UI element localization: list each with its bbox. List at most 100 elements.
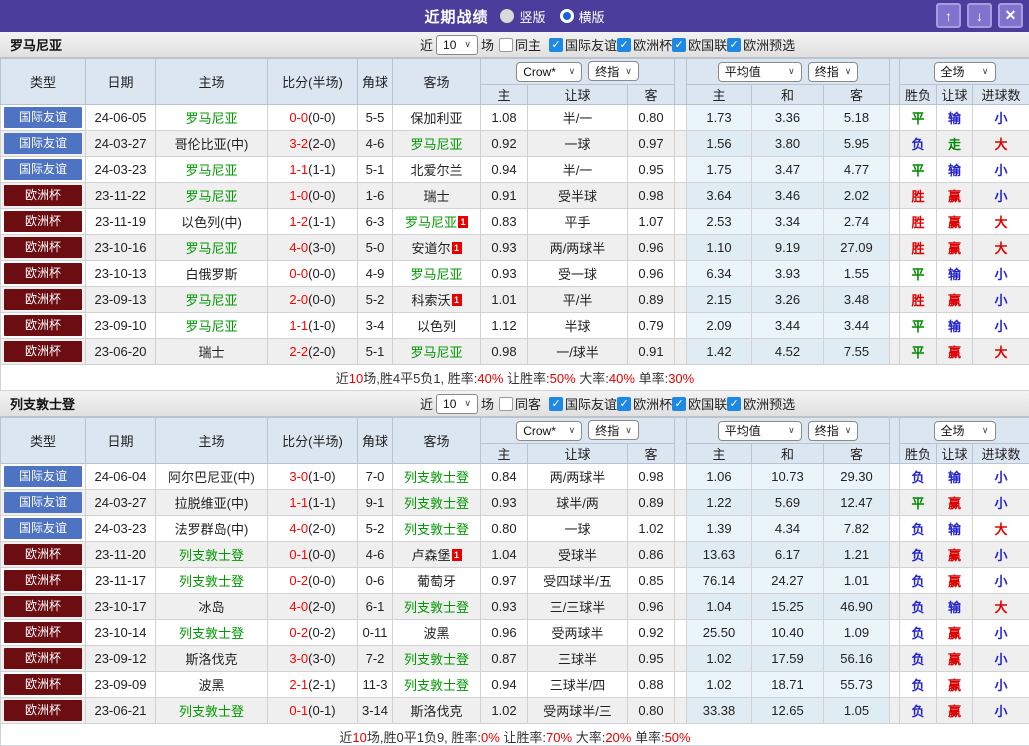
away-team: 科索沃 1 — [392, 286, 481, 313]
section-filters: 近 10 ∨ 场同客 ✓ 国际友谊 ✓ 欧洲杯 ✓ 欧国联 ✓ 欧洲预选 — [420, 391, 795, 416]
home-team-name: 列支敦士登 — [178, 704, 244, 719]
scroll-down-button[interactable]: ↓ — [967, 3, 992, 28]
halftime-score: (1-1) — [308, 214, 336, 229]
avg-final-select[interactable]: 终指 ∨ — [807, 61, 859, 82]
home-team-name: 法罗群岛(中) — [174, 522, 249, 537]
same-venue-checkbox[interactable]: 同主 — [499, 35, 541, 54]
odds-company-select[interactable]: Crow* ∨ — [516, 61, 583, 82]
score-cell: 0-2(0-2) — [267, 619, 358, 646]
summary-segment: 40% — [477, 371, 504, 386]
same-venue-checkbox-label: 同主 — [515, 38, 542, 53]
league-checkbox-2[interactable]: ✓ 欧国联 — [672, 35, 727, 54]
result-handicap: 输 — [936, 463, 973, 490]
chevron-down-icon: ∨ — [844, 425, 852, 435]
result-handicap-value: 赢 — [947, 548, 961, 563]
home-team: 列支敦士登 — [155, 697, 268, 724]
summary-row: 近10场,胜0平1负9, 胜率:0% 让胜率:70% 大率:20% 单率:50% — [0, 723, 1029, 745]
odds-home: 0.83 — [480, 208, 528, 235]
avg-away: 1.09 — [823, 619, 890, 646]
league-checkbox-0[interactable]: ✓ 国际友谊 — [549, 35, 617, 54]
layout-radio-vertical[interactable]: 竖版 — [500, 7, 546, 26]
match-date: 23-10-16 — [85, 234, 156, 261]
chevron-down-icon: ∨ — [464, 398, 472, 408]
fulltime-score: 1-1 — [289, 162, 309, 177]
league-checkbox-2[interactable]: ✓ 欧国联 — [672, 394, 727, 413]
score-cell: 2-1(2-1) — [267, 671, 358, 698]
odds-handicap: 受四球半/五 — [527, 567, 628, 594]
league-checkbox-3[interactable]: ✓ 欧洲预选 — [727, 394, 795, 413]
odds-final-select[interactable]: 终指 ∨ — [588, 420, 639, 441]
same-venue-checkbox[interactable]: 同客 — [499, 394, 541, 413]
odds-away: 0.98 — [627, 463, 675, 490]
away-team-name: 以色列 — [416, 319, 456, 334]
result-outcome-value: 胜 — [911, 241, 925, 256]
odds-final-select[interactable]: 终指 ∨ — [588, 61, 639, 82]
scope-select[interactable]: 全场 ∨ — [933, 61, 996, 82]
league-checkbox-1[interactable]: ✓ 欧洲杯 — [617, 394, 672, 413]
corners-cell: 3-14 — [357, 697, 393, 724]
away-team: 北爱尔兰 — [392, 156, 481, 183]
odds-away: 0.89 — [627, 286, 675, 313]
halftime-score: (0-0) — [308, 188, 336, 203]
result-goals-value: 小 — [994, 267, 1008, 282]
result-handicap-value: 赢 — [947, 626, 961, 641]
avg-away: 1.05 — [823, 697, 890, 724]
score-cell: 1-2(1-1) — [267, 208, 358, 235]
chevron-down-icon: ∨ — [625, 424, 632, 435]
layout-radio-horizontal[interactable]: 横版 — [559, 7, 605, 26]
match-row: 欧洲杯 23-10-17 冰岛 4-0(2-0) 6-1 列支敦士登 0.93 三/三球半 0.… — [0, 593, 1029, 620]
league-checkbox-1[interactable]: ✓ 欧洲杯 — [617, 35, 672, 54]
odds-handicap: 球半/两 — [527, 489, 628, 516]
result-outcome-value: 平 — [911, 267, 925, 282]
league-checkbox-0[interactable]: ✓ 国际友谊 — [549, 394, 617, 413]
summary-segment: 单率: — [634, 371, 669, 386]
scope-select[interactable]: 全场 ∨ — [933, 420, 996, 441]
result-goals-value: 小 — [994, 496, 1008, 511]
match-count-select[interactable]: 10 ∨ — [436, 393, 479, 414]
avg-draw: 17.59 — [751, 645, 824, 672]
home-team-name: 斯洛伐克 — [185, 652, 238, 667]
match-row: 欧洲杯 23-11-19 以色列(中) 1-2(1-1) 6-3 罗马尼亚 1 0.83 平手 1… — [0, 208, 1029, 235]
scroll-up-button[interactable]: ↑ — [936, 3, 961, 28]
away-team-name: 列支敦士登 — [403, 522, 469, 537]
avg-away: 46.90 — [823, 593, 890, 620]
avg-home: 25.50 — [686, 619, 752, 646]
away-team-name: 罗马尼亚 — [410, 137, 463, 152]
titlebar-center: 近期战绩 竖版 横版 — [424, 6, 604, 27]
matches-table-1: 类型 日期 主场 比分(半场) 角球 客场 Crow* ∨ 终指 ∨ 平均值 ∨ 终指 ∨ 全场 ∨ 主让球客主… — [0, 417, 1029, 745]
avg-home: 1.10 — [686, 234, 752, 261]
matches-table-0: 类型 日期 主场 比分(半场) 角球 客场 Crow* ∨ 终指 ∨ 平均值 ∨ 终指 ∨ 全场 ∨ 主让球客主… — [0, 58, 1029, 391]
odds-home: 1.08 — [480, 104, 528, 131]
avg-final-select[interactable]: 终指 ∨ — [807, 420, 859, 441]
spacer-cell — [889, 515, 900, 542]
home-team: 瑞士 — [155, 338, 268, 365]
result-outcome: 平 — [899, 156, 937, 183]
result-outcome-value: 负 — [911, 626, 925, 641]
result-handicap: 输 — [936, 593, 973, 620]
league-checkbox-3[interactable]: ✓ 欧洲预选 — [727, 35, 795, 54]
summary-segment: 让胜率: — [499, 730, 547, 745]
away-team: 安道尔 1 — [392, 234, 481, 261]
fulltime-score: 2-2 — [289, 344, 309, 359]
home-team: 拉脱维亚(中) — [155, 489, 268, 516]
match-date: 24-03-27 — [85, 489, 156, 516]
result-handicap: 走 — [936, 130, 973, 157]
odds-away: 0.85 — [627, 567, 675, 594]
fulltime-score: 3-2 — [289, 136, 309, 151]
fulltime-score: 3-0 — [289, 651, 309, 666]
close-button[interactable]: ✕ — [998, 3, 1023, 28]
avg-company-select[interactable]: 平均值 ∨ — [717, 420, 802, 441]
avg-away: 55.73 — [823, 671, 890, 698]
home-team: 罗马尼亚 — [155, 104, 268, 131]
result-goals-value: 小 — [994, 163, 1008, 178]
home-team: 列支敦士登 — [155, 541, 268, 568]
odds-final-select-value: 终指 — [595, 64, 620, 79]
match-count-select[interactable]: 10 ∨ — [436, 34, 479, 55]
avg-away: 1.55 — [823, 260, 890, 287]
odds-company-select[interactable]: Crow* ∨ — [516, 420, 583, 441]
spacer-cell — [674, 567, 687, 594]
col-header: 类型 — [0, 58, 86, 105]
avg-company-select[interactable]: 平均值 ∨ — [717, 61, 802, 82]
odds-home: 0.92 — [480, 130, 528, 157]
halftime-score: (0-0) — [308, 292, 336, 307]
